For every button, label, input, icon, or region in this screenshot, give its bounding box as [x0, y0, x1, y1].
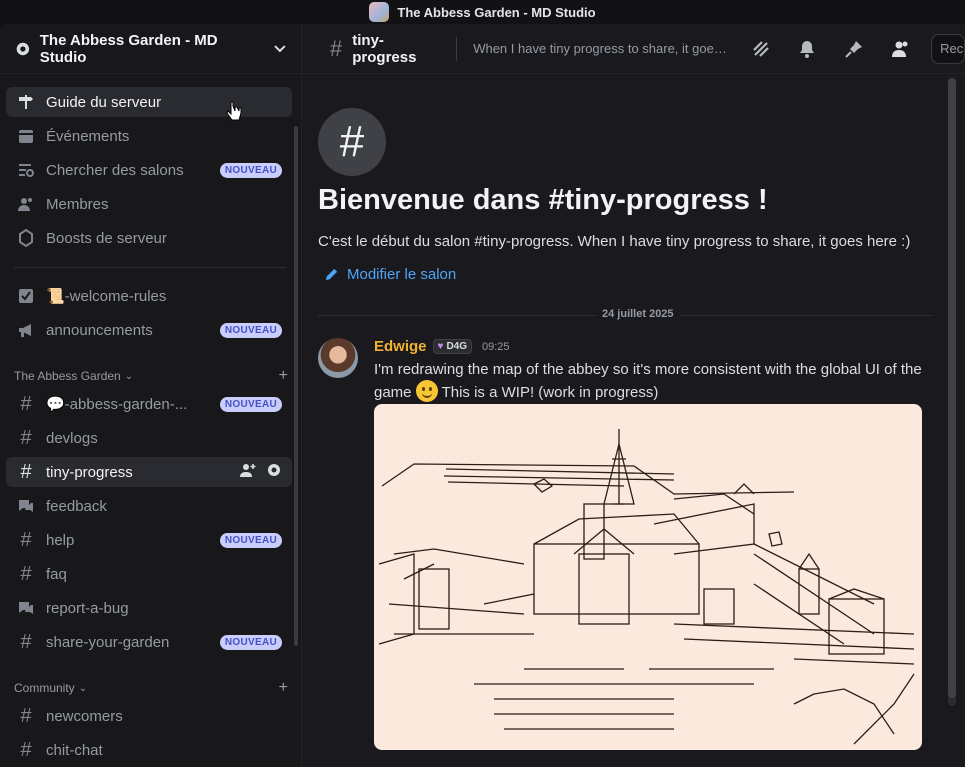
channel-newcomers[interactable]: # newcomers	[6, 701, 292, 731]
hash-icon: #	[20, 705, 32, 727]
new-badge: NOUVEAU	[219, 634, 282, 650]
sidebar-item-search-channels[interactable]: Chercher des salons NOUVEAU	[6, 155, 292, 185]
hash-icon: #	[20, 529, 32, 551]
pencil-icon	[325, 268, 338, 281]
megaphone-icon	[16, 320, 36, 340]
image-attachment[interactable]	[374, 404, 922, 750]
message-author[interactable]: Edwige	[374, 338, 427, 355]
channel-devlogs[interactable]: # devlogs	[6, 423, 292, 453]
edit-channel-link[interactable]: Modifier le salon	[324, 266, 456, 283]
slight-smile-emoji-icon	[415, 380, 438, 402]
boost-icon	[16, 228, 36, 248]
server-header[interactable]: The Abbess Garden - MD Studio	[0, 24, 301, 74]
server-tag-badge[interactable]: ♥ D4G	[432, 339, 473, 354]
hash-icon: #	[330, 35, 343, 61]
members-icon	[16, 194, 36, 214]
channel-faq[interactable]: # faq	[6, 559, 292, 589]
channel-tiny-progress[interactable]: # tiny-progress	[6, 457, 292, 487]
chat-main: # tiny-progress When I have tiny progres…	[301, 24, 965, 767]
sidebar-item-boosts[interactable]: Boosts de serveur	[6, 223, 292, 253]
signpost-icon	[16, 92, 36, 112]
server-name: The Abbess Garden - MD Studio	[39, 31, 218, 66]
add-channel-icon[interactable]: +	[279, 679, 288, 697]
invite-icon[interactable]	[240, 462, 256, 482]
member-list-icon[interactable]	[882, 39, 919, 59]
message-header: Edwige ♥ D4G 09:25	[374, 338, 510, 355]
chevron-down-icon	[274, 44, 286, 52]
channel-report-a-bug[interactable]: report-a-bug	[6, 593, 292, 623]
chat-scrollbar[interactable]	[948, 78, 956, 706]
channel-name: tiny-progress	[352, 31, 417, 66]
server-thumbnail-icon	[369, 2, 390, 22]
channel-search-icon	[16, 160, 36, 180]
bell-icon[interactable]	[789, 39, 826, 59]
hash-icon: #	[20, 563, 32, 585]
sidebar-item-members[interactable]: Membres	[6, 189, 292, 219]
channel-announcements[interactable]: announcements NOUVEAU	[6, 315, 292, 345]
new-badge: NOUVEAU	[219, 322, 282, 338]
calendar-icon	[16, 126, 36, 146]
channel-abbess-garden-chat[interactable]: # 💬-abbess-garden-... NOUVEAU	[6, 389, 292, 419]
date-divider: 24 juillet 2025	[318, 308, 932, 320]
header-divider	[456, 36, 458, 61]
heart-icon: ♥	[437, 341, 444, 352]
hash-icon: #	[20, 631, 32, 653]
chevron-down-icon: ⌄	[78, 682, 88, 694]
chevron-down-icon: ⌄	[124, 370, 134, 382]
channel-help[interactable]: # help NOUVEAU	[6, 525, 292, 555]
channel-welcome-rules[interactable]: 📜-welcome-rules	[6, 281, 292, 311]
welcome-subtitle: C'est le début du salon #tiny-progress. …	[318, 233, 911, 250]
message-timestamp: 09:25	[482, 340, 510, 353]
pin-icon[interactable]	[836, 39, 873, 59]
sidebar-divider	[14, 267, 286, 268]
new-badge: NOUVEAU	[219, 532, 282, 548]
channel-feedback[interactable]: feedback	[6, 491, 292, 521]
mouse-cursor-icon	[226, 101, 242, 121]
category-the-abbess-garden[interactable]: The Abbess Garden ⌄ +	[14, 366, 288, 386]
chat-scrollbar-thumb[interactable]	[948, 78, 956, 698]
new-badge: NOUVEAU	[219, 396, 282, 412]
search-input[interactable]: Rech	[931, 33, 965, 64]
hash-icon: #	[20, 739, 32, 761]
sidebar-list: Guide du serveur Événements Chercher des…	[0, 74, 301, 767]
channel-hash-icon: #	[318, 108, 386, 176]
avatar[interactable]	[318, 338, 358, 378]
channel-topic[interactable]: When I have tiny progress to share, it g…	[473, 41, 732, 56]
forum-icon	[16, 598, 36, 618]
channel-share-your-garden[interactable]: # share-your-garden NOUVEAU	[6, 627, 292, 657]
add-channel-icon[interactable]: +	[279, 367, 288, 385]
channel-header: # tiny-progress When I have tiny progres…	[302, 24, 965, 74]
sidebar-scrollbar[interactable]	[294, 126, 298, 646]
threads-icon[interactable]	[742, 39, 779, 59]
channel-settings-icon[interactable]	[266, 462, 282, 482]
new-badge: NOUVEAU	[219, 162, 282, 178]
abbey-map-sketch-image	[378, 429, 915, 745]
rules-icon	[16, 286, 36, 306]
window-titlebar: The Abbess Garden - MD Studio	[0, 0, 965, 24]
window-title: The Abbess Garden - MD Studio	[397, 4, 596, 20]
category-community[interactable]: Community ⌄ +	[14, 678, 288, 698]
channel-chit-chat[interactable]: # chit-chat	[6, 735, 292, 765]
hash-icon: #	[20, 427, 32, 449]
message-content: I'm redrawing the map of the abbey so it…	[374, 361, 922, 402]
forum-icon	[16, 496, 36, 516]
welcome-title: Bienvenue dans #tiny-progress !	[318, 184, 768, 216]
hash-icon: #	[20, 461, 32, 483]
sidebar-item-server-guide[interactable]: Guide du serveur	[6, 87, 292, 117]
hash-icon: #	[20, 393, 32, 415]
sidebar-item-events[interactable]: Événements	[6, 121, 292, 151]
server-settings-icon	[16, 42, 30, 55]
channel-sidebar: The Abbess Garden - MD Studio Guide du s…	[0, 24, 301, 767]
